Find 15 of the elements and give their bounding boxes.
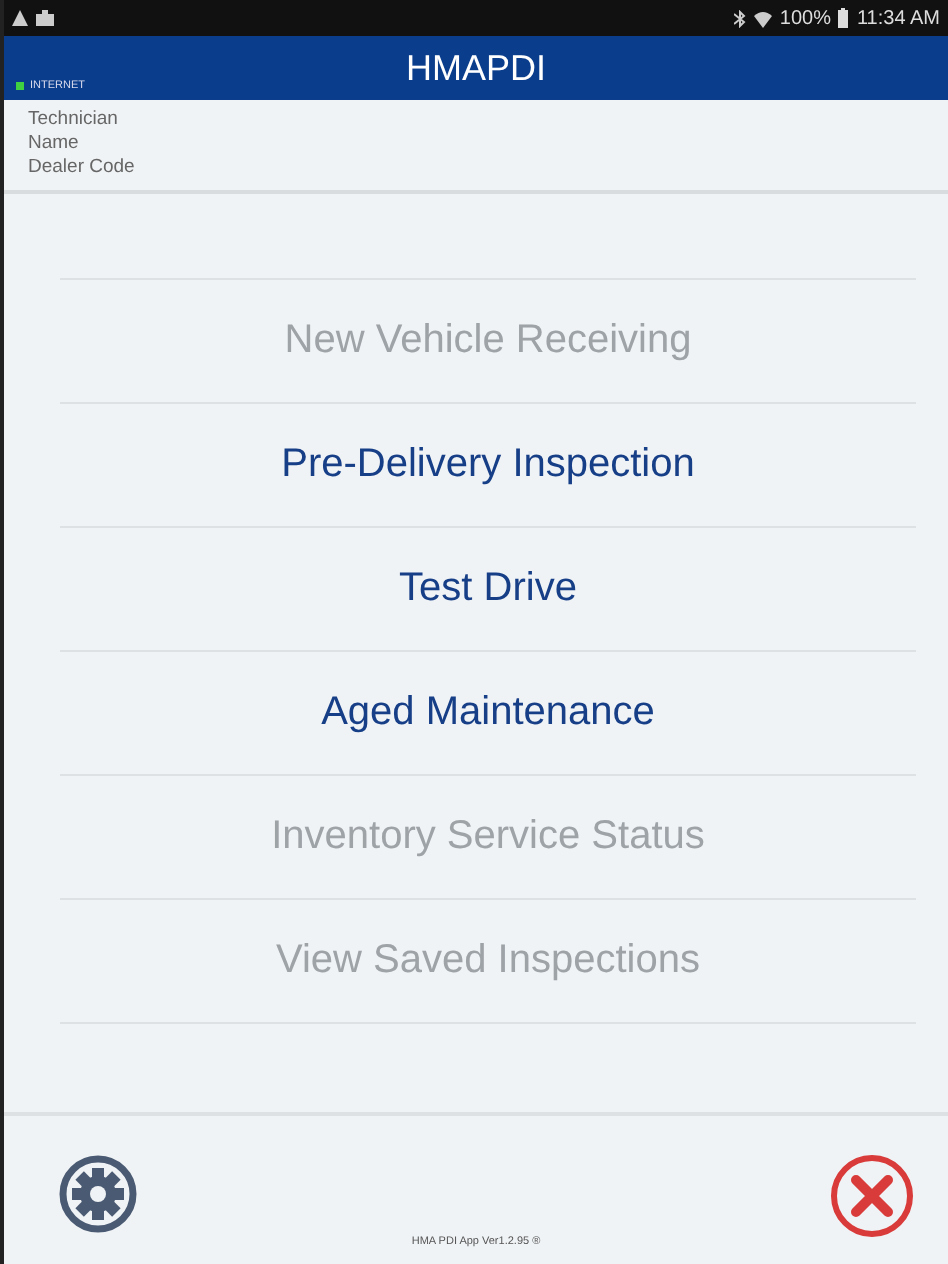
info-label: Name	[28, 132, 81, 156]
battery-percent: 100%	[779, 7, 831, 29]
close-icon[interactable]	[830, 1154, 914, 1238]
clock: 11:34 AM	[856, 7, 940, 29]
battery-icon	[838, 8, 849, 28]
settings-icon[interactable]	[58, 1154, 138, 1234]
warning-icon	[12, 10, 28, 26]
menu-item[interactable]: Aged Maintenance	[60, 650, 916, 774]
app-title: HMAPDI	[405, 47, 546, 89]
menu-item[interactable]: Test Drive	[60, 526, 916, 650]
info-label: Dealer Code	[28, 156, 137, 180]
wifi-icon	[753, 9, 772, 27]
bluetooth-icon	[733, 9, 746, 27]
info-label: Technician	[28, 108, 120, 132]
menu-item[interactable]: Pre-Delivery Inspection	[60, 402, 916, 526]
